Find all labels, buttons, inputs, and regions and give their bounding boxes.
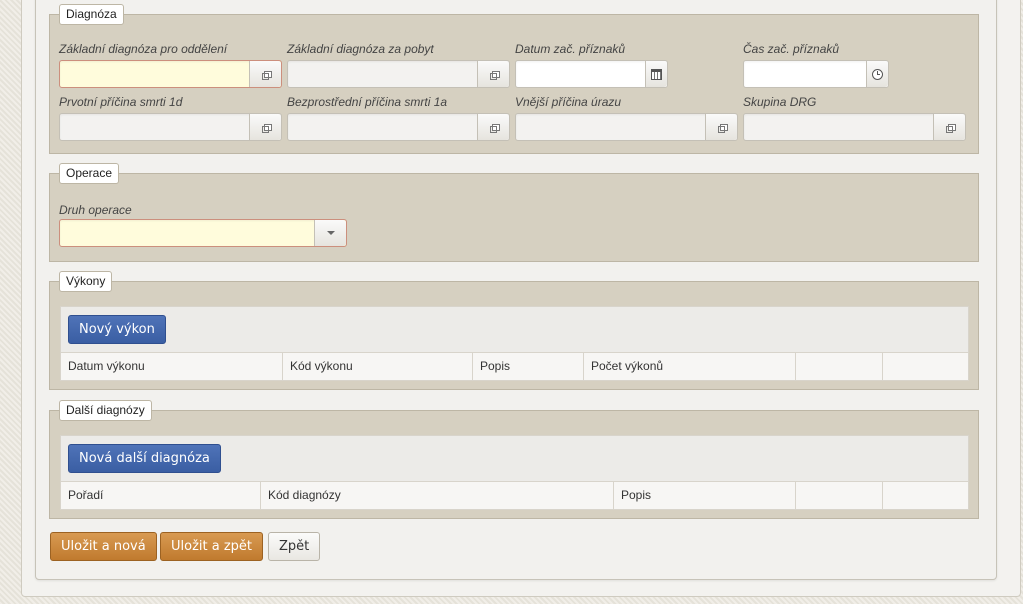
column-empty-2: [883, 353, 968, 380]
skupina-drg-picker-button[interactable]: [933, 114, 965, 140]
column-kod-diagnozy[interactable]: Kód diagnózy: [261, 482, 614, 509]
zakladni-diagnoza-oddeleni-label: Základní diagnóza pro oddělení: [59, 42, 228, 56]
druh-operace-select[interactable]: [59, 219, 347, 247]
column-kod-vykonu[interactable]: Kód výkonu: [283, 353, 473, 380]
prvotni-pricina-smrti-picker-button[interactable]: [249, 114, 281, 140]
zakladni-diagnoza-pobyt-field[interactable]: [287, 60, 510, 88]
popup-window-icon: [261, 123, 272, 133]
vnejsi-pricina-urazu-label: Vnější příčina úrazu: [515, 95, 622, 109]
zpet-button[interactable]: Zpět: [268, 532, 321, 561]
zakladni-diagnoza-pobyt-label: Základní diagnóza za pobyt: [287, 42, 434, 56]
druh-operace-dropdown-button[interactable]: [314, 220, 346, 246]
zakladni-diagnoza-oddeleni-picker-button[interactable]: [249, 61, 281, 87]
cas-picker-button[interactable]: [866, 61, 888, 87]
column-empty-2: [883, 482, 968, 509]
datum-zac-priznaku-field[interactable]: [515, 60, 668, 88]
skupina-drg-field[interactable]: [743, 113, 966, 141]
operace-fieldset: Operace Druh operace: [49, 163, 979, 262]
popup-window-icon: [489, 123, 500, 133]
calendar-icon: [651, 68, 662, 80]
column-popis[interactable]: Popis: [473, 353, 584, 380]
column-empty-1: [796, 482, 883, 509]
dalsi-diagnozy-grid-header: Pořadí Kód diagnózy Popis: [61, 481, 968, 509]
popup-window-icon: [717, 123, 728, 133]
column-popis[interactable]: Popis: [614, 482, 796, 509]
zakladni-diagnoza-pobyt-picker-button[interactable]: [477, 61, 509, 87]
popup-window-icon: [945, 123, 956, 133]
prvotni-pricina-smrti-label: Prvotní příčina smrti 1d: [59, 95, 183, 109]
vykony-grid-header: Datum výkonu Kód výkonu Popis Počet výko…: [61, 352, 968, 380]
bezprostredni-pricina-smrti-field[interactable]: [287, 113, 510, 141]
vykony-legend: Výkony: [59, 271, 113, 292]
diagnoza-fieldset: Diagnóza Základní diagnóza pro oddělení …: [49, 4, 979, 154]
vykony-fieldset: Výkony Nový výkon Datum výkonu Kód výkon…: [49, 271, 979, 390]
vnejsi-pricina-urazu-picker-button[interactable]: [705, 114, 737, 140]
column-empty-1: [796, 353, 883, 380]
popup-window-icon: [261, 70, 272, 80]
ulozit-a-zpet-button[interactable]: Uložit a zpět: [160, 532, 264, 561]
druh-operace-label: Druh operace: [59, 203, 132, 217]
bezprostredni-pricina-smrti-picker-button[interactable]: [477, 114, 509, 140]
skupina-drg-label: Skupina DRG: [743, 95, 817, 109]
bezprostredni-pricina-smrti-label: Bezprostřední příčina smrti 1a: [287, 95, 448, 109]
column-pocet-vykonu[interactable]: Počet výkonů: [584, 353, 796, 380]
datum-zac-priznaku-label: Datum zač. příznaků: [515, 42, 626, 56]
cas-zac-priznaku-label: Čas zač. příznaků: [743, 42, 840, 56]
vnejsi-pricina-urazu-field[interactable]: [515, 113, 738, 141]
novy-vykon-button[interactable]: Nový výkon: [68, 315, 166, 344]
ulozit-a-nova-button[interactable]: Uložit a nová: [50, 532, 157, 561]
zakladni-diagnoza-oddeleni-field[interactable]: [59, 60, 282, 88]
clock-icon: [872, 68, 883, 80]
popup-window-icon: [489, 70, 500, 80]
nova-dalsi-diagnoza-button[interactable]: Nová další diagnóza: [68, 444, 221, 473]
operace-legend: Operace: [59, 163, 120, 184]
column-datum-vykonu[interactable]: Datum výkonu: [61, 353, 283, 380]
prvotni-pricina-smrti-field[interactable]: [59, 113, 282, 141]
diagnoza-legend: Diagnóza: [59, 4, 124, 25]
datum-picker-button[interactable]: [645, 61, 667, 87]
caret-down-icon: [326, 231, 335, 235]
column-poradi[interactable]: Pořadí: [61, 482, 261, 509]
dalsi-diagnozy-legend: Další diagnózy: [59, 400, 152, 421]
cas-zac-priznaku-field[interactable]: [743, 60, 889, 88]
dalsi-diagnozy-fieldset: Další diagnózy Nová další diagnóza Pořad…: [49, 400, 979, 519]
dalsi-diagnozy-grid: Nová další diagnóza Pořadí Kód diagnózy …: [60, 435, 969, 510]
vykony-grid: Nový výkon Datum výkonu Kód výkonu Popis…: [60, 306, 969, 381]
